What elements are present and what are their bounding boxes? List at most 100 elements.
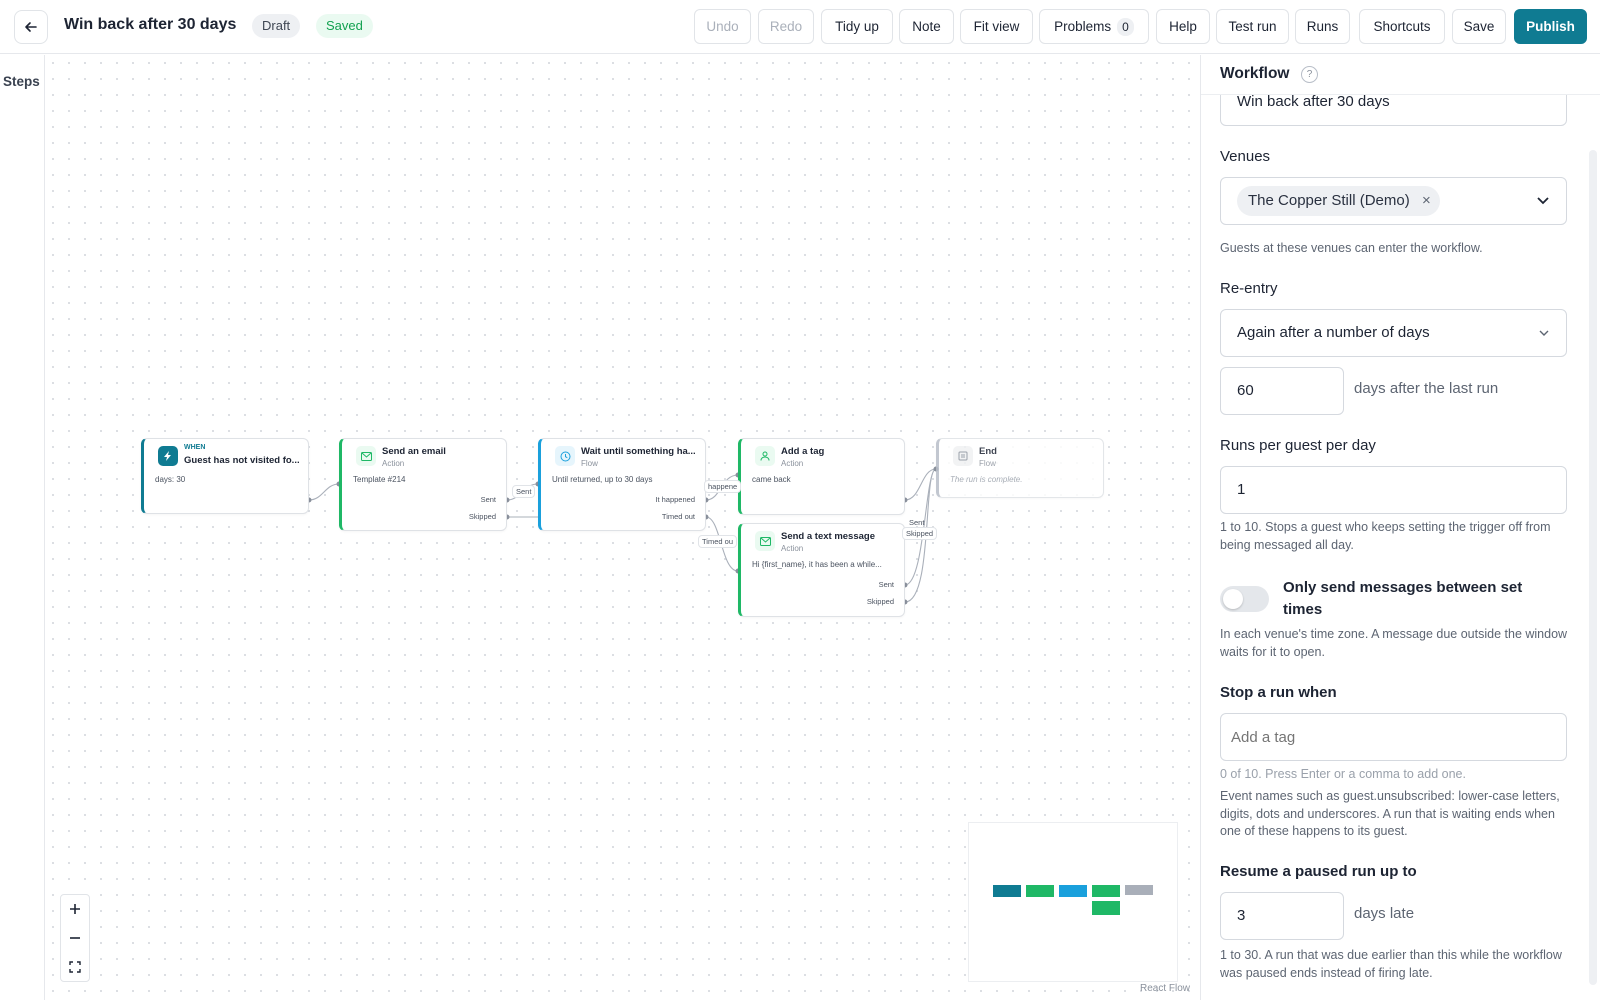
- tag-title: Add a tag: [781, 446, 825, 457]
- minimap[interactable]: [968, 822, 1178, 982]
- help-button[interactable]: Help: [1156, 9, 1210, 44]
- runs-per-day-hint: 1 to 10. Stops a guest who keeps setting…: [1220, 520, 1551, 552]
- minimap-tag: [1092, 885, 1120, 897]
- trigger-body: days: 30: [155, 475, 186, 484]
- problems-count: 0: [1117, 18, 1134, 36]
- end-node[interactable]: End Flow The run is complete.: [936, 438, 1104, 498]
- remove-venue-icon[interactable]: ×: [1422, 186, 1431, 216]
- resume-days-input[interactable]: 3: [1220, 892, 1344, 940]
- save-state-badge: Saved: [316, 14, 373, 38]
- status-badge: Draft: [252, 14, 301, 38]
- shortcuts-button[interactable]: Shortcuts: [1359, 9, 1445, 44]
- stop-icon: [953, 446, 973, 466]
- stop-run-count-hint: 0 of 10. Press Enter or a comma to add o…: [1220, 767, 1466, 781]
- minimap-wait: [1059, 885, 1087, 897]
- reentry-days-input[interactable]: 60: [1220, 367, 1344, 415]
- edge-trigger-email: [308, 483, 340, 501]
- redo-button[interactable]: Redo: [758, 9, 814, 44]
- panel-scrollbar[interactable]: [1589, 150, 1597, 985]
- edge-tag-end: [904, 468, 937, 501]
- minimap-end: [1125, 885, 1153, 895]
- zoom-in-button[interactable]: [61, 895, 89, 923]
- save-button[interactable]: Save: [1452, 9, 1506, 44]
- tidy-up-button[interactable]: Tidy up: [821, 9, 893, 44]
- venue-chip: The Copper Still (Demo) ×: [1237, 186, 1440, 216]
- sms-kind: Action: [781, 544, 804, 553]
- quiet-hours-label: Only send messages between set times: [1283, 579, 1523, 618]
- wait-port-timed-out: Timed out: [661, 512, 695, 521]
- note-button[interactable]: Note: [899, 9, 954, 44]
- message-icon: [755, 531, 775, 551]
- sms-title: Send a text message: [781, 531, 875, 542]
- edge-label-skipped-2: Skipped: [902, 527, 938, 540]
- tag-body: came back: [752, 475, 791, 484]
- fullscreen-icon: [69, 961, 81, 973]
- minus-icon: [70, 937, 80, 939]
- email-kind: Action: [382, 459, 405, 468]
- publish-button[interactable]: Publish: [1514, 9, 1587, 44]
- help-icon[interactable]: ?: [1301, 66, 1318, 83]
- workflow-settings-panel: Workflow ? Win back after 30 days Venues…: [1200, 55, 1600, 1000]
- arrow-left-icon: [25, 22, 37, 32]
- venue-chip-label: The Copper Still (Demo): [1248, 192, 1410, 209]
- trigger-eyebrow: WHEN: [184, 444, 206, 451]
- minimap-trigger: [993, 885, 1021, 897]
- end-kind: Flow: [979, 459, 996, 468]
- react-flow-attribution[interactable]: React Flow: [1140, 983, 1190, 994]
- test-run-button[interactable]: Test run: [1216, 9, 1289, 44]
- venues-hint: Guests at these venues can enter the wor…: [1220, 241, 1483, 255]
- sms-port-sent: Sent: [878, 580, 894, 589]
- email-port-skipped: Skipped: [468, 512, 496, 521]
- user-icon: [755, 446, 775, 466]
- email-port-sent: Sent: [480, 495, 496, 504]
- edge-label-happened: happene: [704, 480, 742, 493]
- reentry-select[interactable]: Again after a number of days: [1220, 309, 1567, 357]
- quiet-hours-toggle[interactable]: [1220, 586, 1269, 612]
- sms-port-skipped: Skipped: [866, 597, 894, 606]
- clock-icon: [555, 446, 575, 466]
- lightning-icon: [158, 446, 178, 466]
- send-text-node[interactable]: Send a text message Action Hi {first_nam…: [738, 523, 905, 617]
- reentry-label: Re-entry: [1220, 280, 1278, 297]
- minimap-sms: [1092, 901, 1120, 915]
- resume-hint: 1 to 30. A run that was due earlier than…: [1220, 948, 1562, 980]
- wait-node[interactable]: Wait until something ha... Flow Until re…: [538, 438, 706, 531]
- wait-kind: Flow: [581, 459, 598, 468]
- zoom-out-button[interactable]: [61, 924, 89, 952]
- edge-label-timed-out: Timed ou: [698, 535, 737, 548]
- workflow-title: Win back after 30 days: [64, 16, 237, 33]
- steps-rail: [0, 55, 45, 1000]
- resume-label: Resume a paused run up to: [1220, 863, 1417, 880]
- add-tag-node[interactable]: Add a tag Action came back: [738, 438, 905, 515]
- steps-tab[interactable]: Steps: [3, 74, 40, 89]
- trigger-title: Guest has not visited fo...: [184, 455, 300, 466]
- runs-per-day-input[interactable]: 1: [1220, 466, 1567, 514]
- venues-select[interactable]: The Copper Still (Demo) ×: [1220, 177, 1567, 225]
- end-body: The run is complete.: [950, 475, 1023, 484]
- undo-button[interactable]: Undo: [694, 9, 751, 44]
- panel-title: Workflow: [1220, 65, 1290, 82]
- chevron-down-icon: [1537, 197, 1549, 205]
- mail-icon: [356, 446, 376, 466]
- runs-button[interactable]: Runs: [1295, 9, 1350, 44]
- fit-view-control[interactable]: [61, 953, 89, 981]
- plus-icon: [70, 904, 80, 914]
- venues-label: Venues: [1220, 148, 1271, 165]
- fit-view-button[interactable]: Fit view: [960, 9, 1033, 44]
- wait-port-happened: It happened: [655, 495, 695, 504]
- problems-label: Problems: [1054, 19, 1112, 34]
- edge-label-sent: Sent: [512, 485, 536, 498]
- reentry-value: Again after a number of days: [1237, 324, 1430, 341]
- stop-run-tag-input[interactable]: [1220, 713, 1567, 761]
- wait-title: Wait until something ha...: [581, 446, 696, 457]
- toggle-knob: [1223, 589, 1243, 609]
- problems-button[interactable]: Problems 0: [1039, 9, 1149, 44]
- end-title: End: [979, 446, 997, 457]
- wait-body: Until returned, up to 30 days: [552, 475, 653, 484]
- reentry-days-suffix: days after the last run: [1354, 380, 1499, 397]
- send-email-node[interactable]: Send an email Action Template #214 Sent …: [339, 438, 507, 531]
- trigger-node[interactable]: WHEN Guest has not visited fo... days: 3…: [141, 438, 309, 514]
- email-title: Send an email: [382, 446, 446, 457]
- runs-per-day-label: Runs per guest per day: [1220, 437, 1376, 454]
- back-button[interactable]: [14, 10, 48, 44]
